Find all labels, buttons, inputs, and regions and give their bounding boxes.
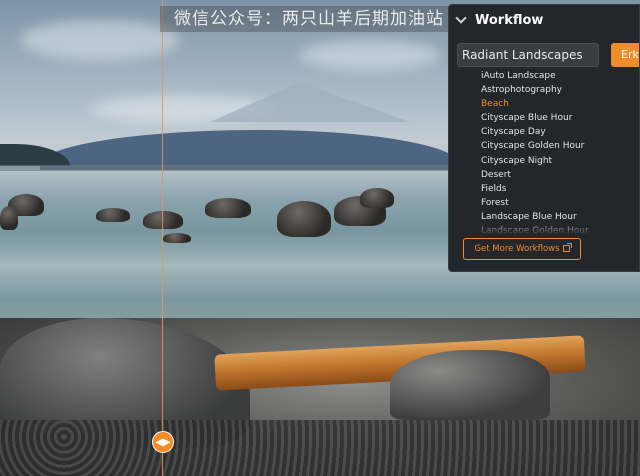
workflow-select-row: Radiant Landscapes Erkennen [457,43,639,67]
cloud [20,20,180,60]
sea-rock [143,211,183,229]
sea-rock [0,206,18,230]
list-fade [449,221,639,235]
workflow-item[interactable]: Cityscape Night [481,154,637,168]
compare-split-line[interactable] [162,0,163,476]
workflow-list: iAuto Landscape Astrophotography Beach City… [481,69,637,233]
headland [0,144,70,166]
external-link-icon [562,243,572,252]
sea-rock [205,198,251,218]
get-more-workflows-label: Get More Workflows [474,244,560,254]
get-more-workflows-button[interactable]: Get More Workflows [463,238,581,260]
panel-title: Workflow [475,12,544,28]
sea-rock [360,188,394,208]
workflow-panel-header[interactable]: Workflow [449,5,639,35]
workflow-item[interactable]: Fields [481,182,637,196]
workflow-item[interactable]: Astrophotography [481,83,637,97]
workflow-item[interactable]: Beach [481,97,637,111]
workflow-item[interactable]: Cityscape Day [481,125,637,139]
workflow-panel: Workflow Radiant Landscapes Erkennen iAu… [448,4,640,272]
workflow-item[interactable]: iAuto Landscape [481,69,637,83]
cloud [300,40,440,70]
detect-button[interactable]: Erkennen [611,43,639,67]
workflow-item[interactable]: Cityscape Blue Hour [481,111,637,125]
workflow-item[interactable]: Forest [481,196,637,210]
workflow-item[interactable]: Cityscape Golden Hour [481,139,637,153]
split-arrows-icon[interactable]: ◀▶ [152,431,174,453]
sea-rock [163,233,191,243]
workflow-select[interactable]: Radiant Landscapes [457,43,599,67]
chevron-down-icon[interactable] [455,12,467,24]
sea-rock [96,208,130,222]
sea-rock [277,201,331,237]
workflow-item[interactable]: Desert [481,168,637,182]
mountain-peak [210,82,410,122]
boulder [390,350,550,420]
mountain-range [40,130,460,170]
pebbles [0,420,640,476]
